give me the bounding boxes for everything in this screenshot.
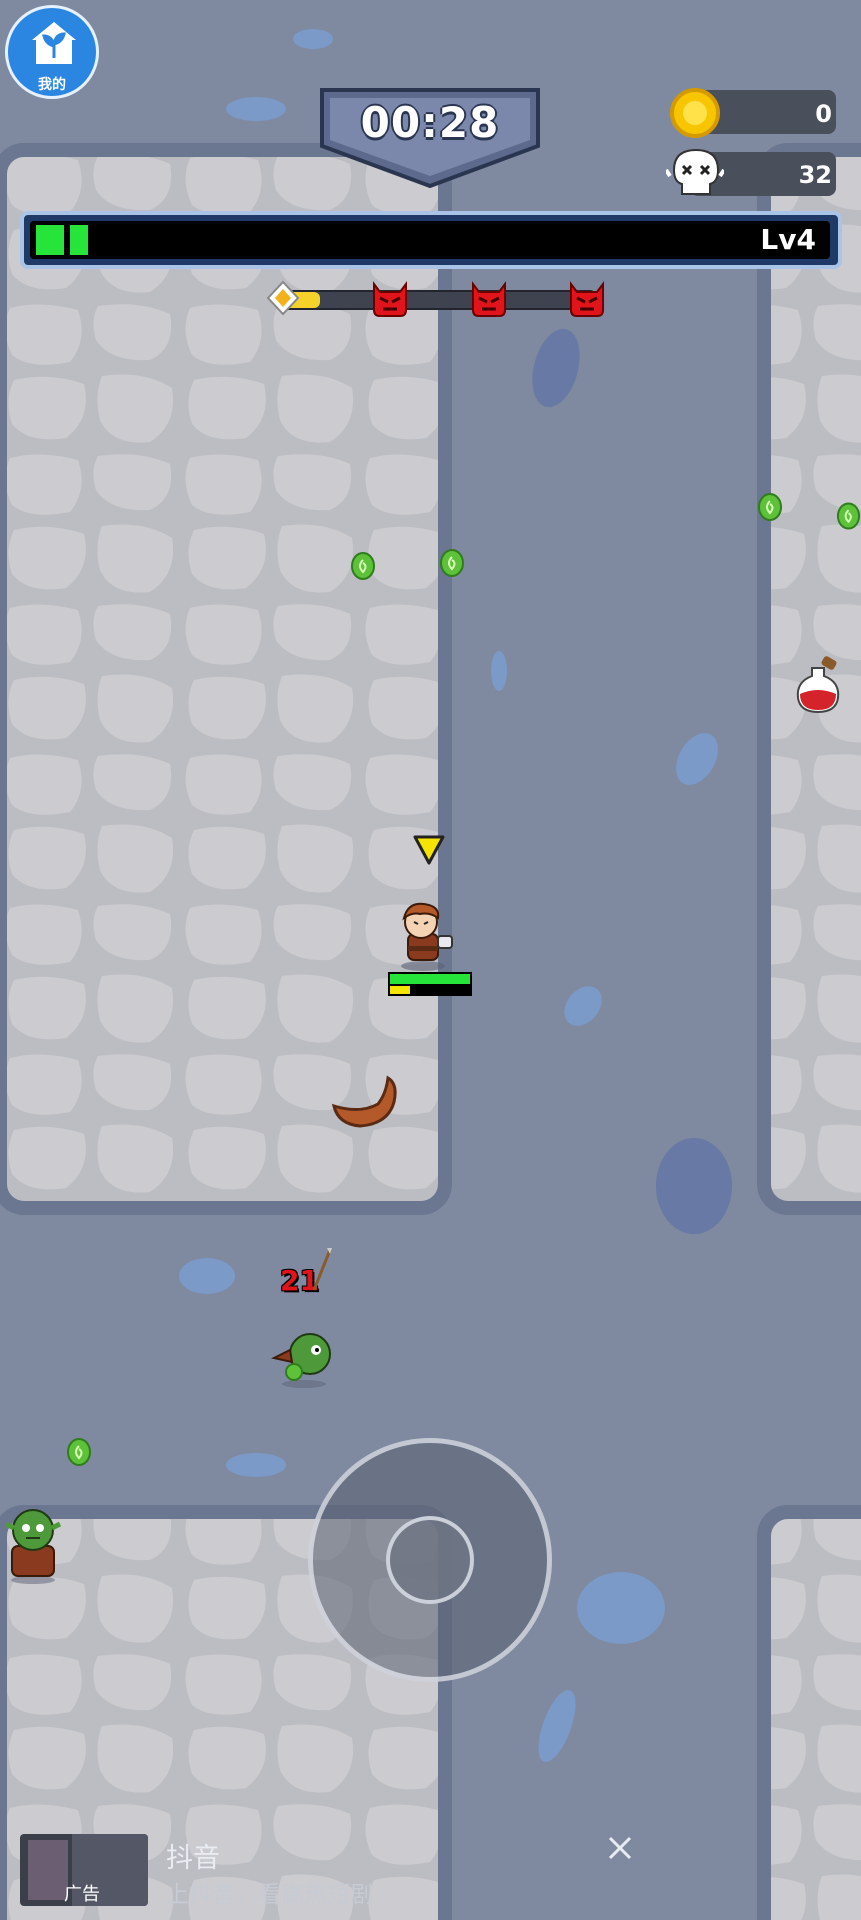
- ad-subtitle: 上抖音，看高热短剧: [166, 1882, 373, 1908]
- boomerang-weapon: [331, 1075, 397, 1128]
- skull-icon: [666, 148, 724, 195]
- ad-title: 抖音: [166, 1843, 220, 1874]
- xp-bar-fill: [36, 225, 88, 255]
- player-hero: [401, 902, 453, 971]
- close-icon[interactable]: [606, 1834, 634, 1862]
- joystick-knob[interactable]: [386, 1516, 474, 1604]
- xp-gem-icon: [351, 552, 375, 580]
- xp-gem-icon: [836, 502, 861, 530]
- xp-gem-icon: [67, 1438, 91, 1466]
- goblin-enemy: [271, 1333, 331, 1388]
- game-scene: 我的 00:28 0 32 Lv4 21 广告 抖音 上抖音，看高热短剧: [0, 0, 861, 1920]
- wave-progress-track: [280, 290, 596, 310]
- house-icon: [32, 22, 76, 64]
- coin-icon: [670, 88, 720, 138]
- level-label: Lv4: [760, 223, 816, 256]
- wave-start-diamond-icon: [266, 280, 300, 316]
- boss-marker-icon: [472, 281, 506, 317]
- ad-thumbnail[interactable]: 广告: [20, 1834, 148, 1906]
- xp-bar: Lv4: [20, 211, 842, 269]
- player-health-bar: [390, 974, 470, 984]
- player-exp-bar: [390, 986, 410, 994]
- player-indicator-icon: [413, 835, 445, 865]
- timer-text: 00:28: [360, 98, 500, 147]
- kill-count: 32: [798, 161, 832, 189]
- ad-tag: 广告: [64, 1884, 100, 1905]
- goblin-enemy: [4, 1509, 62, 1584]
- xp-gem-icon: [440, 549, 464, 577]
- virtual-joystick[interactable]: [308, 1438, 552, 1682]
- health-potion-icon: [796, 656, 840, 714]
- xp-gem-icon: [758, 493, 782, 521]
- arrow-projectile: [312, 1248, 332, 1291]
- boss-marker-icon: [373, 281, 407, 317]
- player-status-bars: [388, 972, 472, 996]
- home-label: 我的: [38, 77, 66, 93]
- boss-marker-icon: [570, 281, 604, 317]
- home-button[interactable]: 我的: [5, 5, 99, 99]
- ad-banner[interactable]: 广告 抖音 上抖音，看高热短剧: [0, 1818, 861, 1920]
- coin-count: 0: [815, 100, 832, 128]
